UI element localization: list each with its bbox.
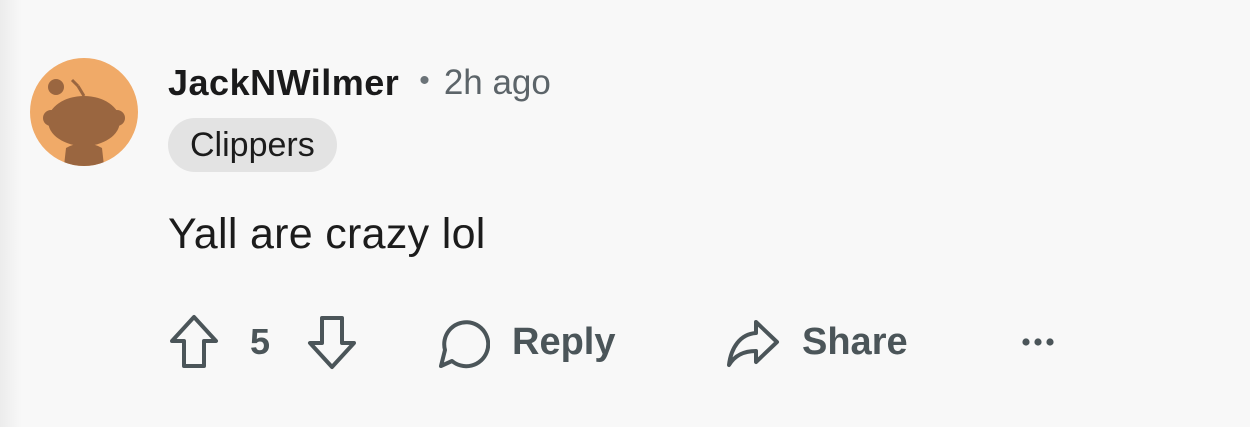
comment-header: JackNWilmer • 2h ago	[168, 58, 551, 108]
reply-label: Reply	[512, 320, 616, 363]
upvote-button[interactable]	[168, 312, 220, 372]
arrow-up-outline-icon	[170, 315, 218, 368]
vote-count: 5	[250, 321, 271, 362]
downvote-button[interactable]	[306, 312, 358, 372]
comment-actions: 5 Reply Share	[168, 312, 1068, 372]
more-options-button[interactable]	[1018, 312, 1058, 372]
reply-button[interactable]: Reply	[438, 312, 615, 372]
comment: JackNWilmer • 2h ago Clippers Yall are c…	[0, 0, 1250, 427]
share-label: Share	[802, 320, 908, 363]
arrow-down-outline-icon	[308, 316, 356, 369]
user-flair: Clippers	[168, 118, 337, 172]
ellipsis-icon	[1022, 338, 1054, 346]
timestamp[interactable]: 2h ago	[444, 63, 551, 103]
snoo-avatar-icon	[30, 58, 138, 166]
user-avatar[interactable]	[30, 58, 138, 166]
share-arrow-icon	[727, 320, 779, 367]
comment-body: Yall are crazy lol	[168, 210, 486, 258]
username-link[interactable]: JackNWilmer	[168, 62, 399, 104]
speech-bubble-icon	[439, 320, 490, 369]
separator-dot: •	[419, 64, 430, 97]
share-button[interactable]: Share	[726, 312, 908, 372]
